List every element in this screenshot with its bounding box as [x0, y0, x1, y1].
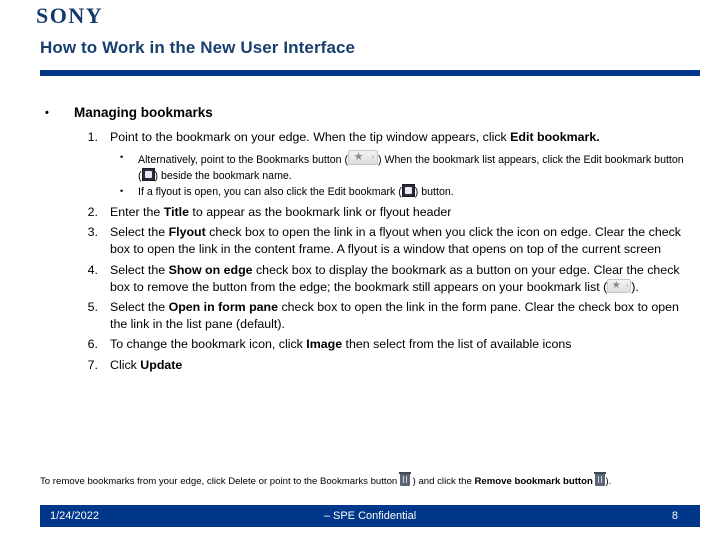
step-number: 4. [87, 262, 98, 277]
body-text: To change the bookmark icon, click [110, 337, 307, 352]
emphasis-text: Open in form pane [168, 300, 279, 314]
step-number: 7. [87, 357, 98, 372]
footer-page-number: 8 [671, 510, 678, 522]
footer-bar: 1/24/2022 – SPE Confidential 8 [40, 505, 700, 527]
step-text: To change the bookmark icon, click Image… [110, 337, 571, 351]
substep-text: Alternatively, point to the Bookmarks bu… [138, 150, 684, 182]
star-icon: ★ [353, 151, 364, 164]
page-title: How to Work in the New User Interface [40, 38, 356, 57]
numbered-step: 3. Select the Flyout check box to open th… [0, 224, 720, 258]
step-text: Select the Show on edge check box to dis… [110, 263, 680, 294]
bullet-glyph: • [45, 107, 49, 119]
sony-logo: SONY [36, 3, 104, 28]
body-text: Select the [110, 225, 169, 240]
step-text: Select the Open in form pane check box t… [110, 300, 679, 331]
body-text: ) and click the [409, 476, 475, 487]
emphasis-text: Show on edge [168, 262, 253, 277]
star-icon: ★ [611, 279, 621, 291]
body-text: Alternatively, point to the Bookmarks bu… [138, 154, 349, 167]
title-divider [40, 70, 700, 76]
body-text: to appear as the bookmark link or flyout… [188, 204, 452, 219]
numbered-step: 4. Select the Show on edge check box to d… [0, 262, 720, 296]
body-text: Select the [110, 300, 169, 314]
numbered-step: 1. Point to the bookmark on your edge. Wh… [0, 129, 720, 200]
substep-bullet-glyph: • [120, 186, 124, 197]
chevron-right-icon: › [371, 154, 375, 162]
step-number: 3. [87, 225, 98, 240]
remove-bookmark-trash-icon [594, 472, 607, 486]
slide: SONY How to Work in the New User Interfa… [0, 0, 720, 540]
edit-bookmark-button-icon [141, 167, 155, 181]
level1-text: Managing bookmarks [74, 105, 213, 120]
emphasis-text: Edit bookmark. [510, 130, 600, 144]
step-text: Enter the Title to appear as the bookmar… [110, 205, 451, 219]
level1-bullet-item: • Managing bookmarks [0, 104, 720, 122]
body-text: If a flyout is open, you can also click … [138, 186, 402, 199]
step-number: 1. [87, 130, 98, 144]
body-text: ) button. [414, 186, 454, 199]
footnote-text: To remove bookmarks from your edge, clic… [40, 472, 680, 489]
chevron-right-icon: › [626, 282, 629, 289]
numbered-step: 2. Enter the Title to appear as the bookm… [0, 204, 720, 221]
emphasis-text: Remove bookmark button [474, 476, 596, 487]
step-number: 2. [87, 204, 98, 219]
body-text: Click [110, 357, 141, 372]
body-text: ). [631, 279, 639, 294]
body-text: Point to the bookmark on your edge. When… [110, 130, 511, 144]
body-text: ). [605, 476, 612, 487]
edit-bookmark-button-icon [401, 184, 415, 198]
body-text: Enter the [110, 204, 164, 219]
bookmarks-button-icon: ★ › [348, 150, 379, 166]
substep-item: • Alternatively, point to the Bookmarks b… [110, 150, 692, 183]
emphasis-text: Title [163, 204, 189, 219]
numbered-step: 6. To change the bookmark icon, click Ima… [0, 336, 720, 353]
body-text: then select from the list of available i… [342, 337, 572, 352]
numbered-step: 5. Select the Open in form pane check box… [0, 299, 720, 333]
substep-text: If a flyout is open, you can also click … [138, 184, 454, 199]
step-number: 5. [87, 300, 98, 314]
step-text: Select the Flyout check box to open the … [110, 225, 681, 256]
substep-item: • If a flyout is open, you can also click… [110, 184, 692, 200]
emphasis-text: Flyout [168, 225, 206, 240]
slide-body: • Managing bookmarks 1. Point to the book… [0, 104, 720, 377]
body-text: To remove bookmarks from your edge, clic… [40, 476, 400, 487]
step-text: Point to the bookmark on your edge. When… [110, 130, 600, 144]
emphasis-text: Update [140, 357, 183, 372]
numbered-steps-list: 1. Point to the bookmark on your edge. Wh… [0, 129, 720, 374]
step-number: 6. [87, 337, 98, 352]
remove-bookmark-trash-icon [398, 472, 411, 486]
numbered-step: 7. Click Update [0, 357, 720, 374]
emphasis-text: Image [306, 337, 343, 352]
substep-bullet-glyph: • [120, 152, 124, 163]
body-text: Select the [110, 262, 169, 277]
step-text: Click Update [110, 358, 182, 372]
footer-confidentiality-label: – SPE Confidential [323, 510, 417, 522]
body-text: ) beside the bookmark name. [154, 169, 292, 182]
substep-list: • Alternatively, point to the Bookmarks b… [110, 150, 692, 200]
bookmarks-list-icon: ★ › [607, 278, 632, 293]
